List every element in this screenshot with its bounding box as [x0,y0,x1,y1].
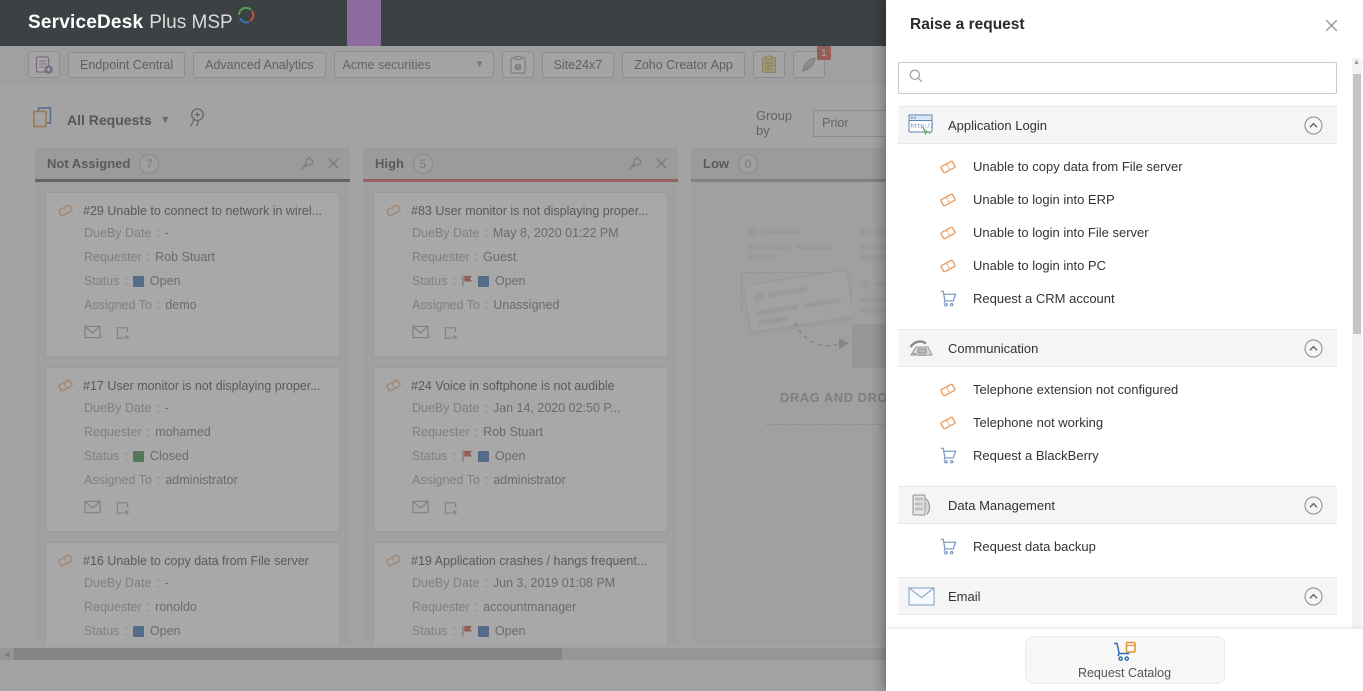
chevron-up-circle-icon[interactable] [1304,587,1323,606]
search-input[interactable] [932,70,1327,86]
catalog-item-telephone-extension-not-configured[interactable]: Telephone extension not configured [898,373,1337,406]
nav-item-more[interactable] [585,0,601,46]
section-items: Telephone extension not configured Telep… [898,367,1337,474]
ticket-icon [938,382,958,398]
ticket-icon [940,226,956,239]
logo-swirl-icon [235,5,255,30]
nav-item-solutions[interactable] [483,0,517,46]
nav-menu [279,0,601,46]
ticket-icon [938,225,958,241]
ticket-icon [938,415,958,431]
top-navbar: ServiceDesk Plus MSP [0,0,886,46]
catalog-item-unable-to-copy-data-from-file-server[interactable]: Unable to copy data from File server [898,150,1337,183]
app-logo[interactable]: ServiceDesk Plus MSP [28,6,254,34]
browser-window-icon: http:// [904,113,938,138]
catalog-section-header[interactable]: Communication [898,329,1337,367]
search-icon [908,68,924,89]
logo-text-bold: ServiceDesk [28,12,144,33]
catalog-section-email: Email [898,577,1337,623]
catalog-item-telephone-not-working[interactable]: Telephone not working [898,406,1337,439]
logo-text-rest: Plus MSP [149,12,233,33]
ticket-icon [940,383,956,396]
catalog-item-label: Telephone extension not configured [973,382,1179,397]
section-items: Unable to copy data from File server Una… [898,144,1337,317]
backdrop-overlay[interactable] [0,46,886,691]
vertical-scrollbar[interactable]: ▲ [1352,58,1362,629]
cart-icon [938,538,958,555]
cart-icon [940,290,956,307]
ticket-icon [938,192,958,208]
envelope-icon [904,587,938,606]
section-name: Email [948,588,981,604]
vertical-scrollbar-thumb[interactable] [1353,74,1361,334]
catalog-section-application-login: http:// Application Login Unable to copy… [898,106,1337,317]
nav-item-accounts[interactable] [517,0,551,46]
catalog-item-label: Unable to copy data from File server [973,159,1183,174]
catalog-section-data-management: Data Management Request data backup [898,486,1337,565]
request-catalog-label: Request Catalog [1077,665,1172,680]
ticket-icon [938,159,958,175]
raise-request-panel: Raise a request http:// Application Logi… [886,0,1363,691]
catalog-item-label: Request a BlackBerry [973,448,1099,463]
panel-title: Raise a request [910,16,1025,33]
screen: ServiceDesk Plus MSP Raise a request htt… [0,0,1363,691]
panel-search-area [886,50,1363,94]
catalog-item-label: Request data backup [973,539,1096,554]
chevron-up-circle-icon[interactable] [1304,339,1323,358]
cart-icon [938,447,958,464]
section-items [898,615,1337,623]
ticket-icon [938,258,958,274]
search-box [898,62,1337,94]
catalog-item-label: Unable to login into ERP [973,192,1115,207]
nav-item-changes[interactable] [415,0,449,46]
catalog-item-label: Request a CRM account [973,291,1115,306]
section-name: Communication [948,340,1039,356]
catalog-section-header[interactable]: Data Management [898,486,1337,524]
request-catalog-button[interactable]: Request Catalog [1024,636,1225,684]
catalog-section-header[interactable]: http:// Application Login [898,106,1337,144]
catalog-section-communication: Communication Telephone extension not co… [898,329,1337,474]
panel-footer: Request Catalog [886,629,1363,691]
catalog-item-request-a-blackberry[interactable]: Request a BlackBerry [898,439,1337,472]
catalog-item-label: Telephone not working [973,415,1104,430]
cart-icon [940,447,956,464]
cart-icon [940,538,956,555]
catalog-item-unable-to-login-into-file-server[interactable]: Unable to login into File server [898,216,1337,249]
server-stack-icon [904,493,938,518]
catalog-item-request-a-crm-account[interactable]: Request a CRM account [898,282,1337,315]
nav-item-projects[interactable] [449,0,483,46]
catalog-item-unable-to-login-into-pc[interactable]: Unable to login into PC [898,249,1337,282]
catalog-item-label: Unable to login into PC [973,258,1106,273]
svg-text:http://: http:// [910,123,933,129]
section-name: Data Management [948,497,1055,513]
chevron-up-circle-icon[interactable] [1304,496,1323,515]
ticket-icon [940,160,956,173]
panel-header: Raise a request [886,0,1363,50]
ticket-icon [940,416,956,429]
ticket-icon [940,193,956,206]
nav-item-dashboard[interactable] [313,0,347,46]
catalog-item-unable-to-login-into-erp[interactable]: Unable to login into ERP [898,183,1337,216]
main-area: ServiceDesk Plus MSP [0,0,886,691]
chevron-up-circle-icon[interactable] [1304,116,1323,135]
telephone-icon [904,337,938,360]
nav-item-problems[interactable] [381,0,415,46]
nav-item-home[interactable] [279,0,313,46]
scroll-up-arrow-icon[interactable]: ▲ [1353,59,1360,66]
catalog-section-header[interactable]: Email [898,577,1337,615]
catalog-sections: http:// Application Login Unable to copy… [898,94,1337,691]
section-items: Request data backup [898,524,1337,565]
catalog-item-request-data-backup[interactable]: Request data backup [898,530,1337,563]
catalog-cart-icon [1112,641,1137,665]
nav-item-requests[interactable] [346,0,381,46]
catalog-item-label: Unable to login into File server [973,225,1149,240]
cart-icon [938,290,958,307]
section-name: Application Login [948,117,1048,133]
close-icon[interactable] [1324,18,1339,33]
ticket-icon [940,259,956,272]
nav-item-assets[interactable] [551,0,585,46]
